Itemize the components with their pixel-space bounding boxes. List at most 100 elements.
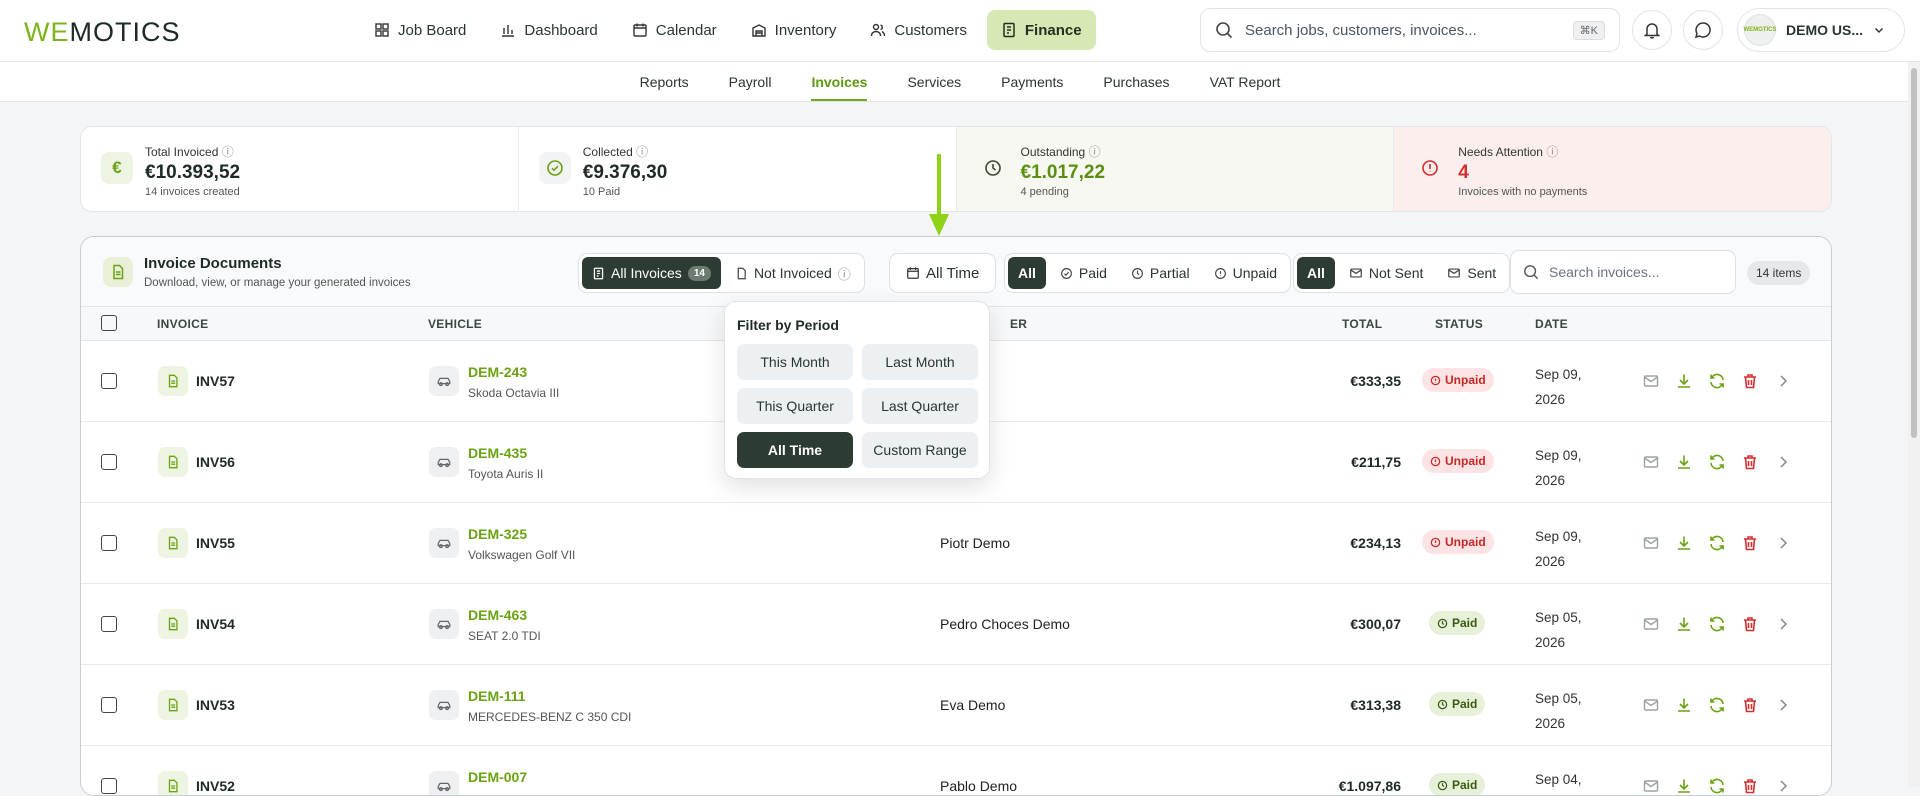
send-email-button[interactable] bbox=[1642, 372, 1660, 390]
nav-calendar[interactable]: Calendar bbox=[618, 10, 731, 50]
send-email-button[interactable] bbox=[1642, 696, 1660, 714]
select-all-checkbox[interactable] bbox=[101, 315, 117, 331]
filter-sent[interactable]: Sent bbox=[1437, 257, 1506, 289]
filter-paid[interactable]: Paid bbox=[1050, 257, 1117, 289]
period-this-month[interactable]: This Month bbox=[737, 344, 853, 380]
download-button[interactable] bbox=[1675, 372, 1693, 390]
status-badge: Unpaid bbox=[1422, 368, 1494, 392]
logo[interactable]: WEMOTICS bbox=[24, 17, 181, 48]
stat-value: €9.376,30 bbox=[582, 162, 668, 183]
invoice-number[interactable]: INV56 bbox=[196, 454, 235, 470]
delete-button[interactable] bbox=[1741, 453, 1759, 471]
vehicle-plate[interactable]: DEM-111 bbox=[468, 688, 526, 704]
vehicle-plate[interactable]: DEM-463 bbox=[468, 607, 527, 623]
stat-value: €10.393,52 bbox=[145, 162, 241, 183]
vehicle-plate[interactable]: DEM-435 bbox=[468, 445, 527, 461]
filter-send-all[interactable]: All bbox=[1297, 257, 1335, 289]
vehicle-plate[interactable]: DEM-325 bbox=[468, 526, 527, 542]
download-icon bbox=[1678, 617, 1690, 631]
period-filter-button[interactable]: All Time bbox=[889, 253, 997, 293]
open-row-button[interactable] bbox=[1774, 534, 1792, 552]
row-checkbox[interactable] bbox=[101, 697, 117, 713]
regenerate-button[interactable] bbox=[1708, 696, 1726, 714]
tab-payments[interactable]: Payments bbox=[981, 62, 1083, 101]
open-row-button[interactable] bbox=[1774, 372, 1792, 390]
open-row-button[interactable] bbox=[1774, 696, 1792, 714]
status-badge: Paid bbox=[1429, 692, 1486, 716]
filter-not-sent[interactable]: Not Sent bbox=[1339, 257, 1433, 289]
nav-customers[interactable]: Customers bbox=[856, 10, 981, 50]
tab-services[interactable]: Services bbox=[887, 62, 981, 101]
vehicle-plate[interactable]: DEM-243 bbox=[468, 364, 527, 380]
row-checkbox[interactable] bbox=[101, 778, 117, 794]
period-all-time[interactable]: All Time bbox=[737, 432, 853, 468]
regenerate-button[interactable] bbox=[1708, 615, 1726, 633]
row-checkbox[interactable] bbox=[101, 373, 117, 389]
row-checkbox[interactable] bbox=[101, 454, 117, 470]
period-last-month[interactable]: Last Month bbox=[862, 344, 978, 380]
alert-circle-icon bbox=[1430, 537, 1441, 547]
row-checkbox[interactable] bbox=[101, 535, 117, 551]
download-button[interactable] bbox=[1675, 777, 1693, 795]
delete-button[interactable] bbox=[1741, 372, 1759, 390]
table-row[interactable]: INV53 DEM-111 MERCEDES-BENZ C 350 CDI Ev… bbox=[81, 665, 1831, 746]
delete-button[interactable] bbox=[1741, 696, 1759, 714]
filter-unpaid[interactable]: Unpaid bbox=[1204, 257, 1287, 289]
open-row-button[interactable] bbox=[1774, 777, 1792, 795]
delete-button[interactable] bbox=[1741, 534, 1759, 552]
table-row[interactable]: INV54 DEM-463 SEAT 2.0 TDI Pedro Choces … bbox=[81, 584, 1831, 665]
messages-button[interactable] bbox=[1683, 10, 1723, 50]
tab-purchases[interactable]: Purchases bbox=[1083, 62, 1189, 101]
invoice-number[interactable]: INV53 bbox=[196, 697, 235, 713]
nav-job-board[interactable]: Job Board bbox=[360, 10, 480, 50]
stat-label: Outstanding ⓘ bbox=[1020, 145, 1101, 159]
delete-button[interactable] bbox=[1741, 777, 1759, 795]
period-this-quarter[interactable]: This Quarter bbox=[737, 388, 853, 424]
invoice-number[interactable]: INV55 bbox=[196, 535, 235, 551]
nav-finance[interactable]: Finance bbox=[986, 10, 1096, 50]
page-scrollbar[interactable] bbox=[1908, 62, 1920, 787]
status-badge: Paid bbox=[1429, 773, 1486, 795]
filter-partial[interactable]: Partial bbox=[1121, 257, 1200, 289]
download-button[interactable] bbox=[1675, 453, 1693, 471]
filter-payment-all[interactable]: All bbox=[1008, 257, 1046, 289]
global-search[interactable]: Search jobs, customers, invoices... ⌘K bbox=[1200, 8, 1620, 52]
open-row-button[interactable] bbox=[1774, 615, 1792, 633]
period-custom-range[interactable]: Custom Range bbox=[862, 432, 978, 468]
download-icon bbox=[1678, 536, 1690, 550]
vehicle-plate[interactable]: DEM-007 bbox=[468, 769, 527, 785]
nav-dashboard[interactable]: Dashboard bbox=[486, 10, 611, 50]
tab-invoices[interactable]: Invoices bbox=[791, 62, 887, 101]
filter-not-invoiced[interactable]: Not Invoiced ⓘ bbox=[725, 257, 861, 289]
regenerate-button[interactable] bbox=[1708, 534, 1726, 552]
nav-inventory[interactable]: Inventory bbox=[737, 10, 851, 50]
tab-vat-report[interactable]: VAT Report bbox=[1190, 62, 1301, 101]
scrollbar-thumb[interactable] bbox=[1911, 68, 1917, 438]
table-row[interactable]: INV55 DEM-325 Volkswagen Golf VII Piotr … bbox=[81, 503, 1831, 584]
filter-all-invoices[interactable]: All Invoices 14 bbox=[582, 257, 721, 289]
delete-button[interactable] bbox=[1741, 615, 1759, 633]
regenerate-button[interactable] bbox=[1708, 777, 1726, 795]
table-row[interactable]: INV52 DEM-007 Pablo Demo €1.097,86 Paid … bbox=[81, 746, 1831, 795]
regenerate-button[interactable] bbox=[1708, 372, 1726, 390]
send-email-button[interactable] bbox=[1642, 777, 1660, 795]
period-last-quarter[interactable]: Last Quarter bbox=[862, 388, 978, 424]
mail-icon bbox=[1643, 537, 1659, 549]
notifications-button[interactable] bbox=[1632, 10, 1672, 50]
download-button[interactable] bbox=[1675, 534, 1693, 552]
regenerate-button[interactable] bbox=[1708, 453, 1726, 471]
download-button[interactable] bbox=[1675, 696, 1693, 714]
invoice-search-input[interactable]: Search invoices... bbox=[1510, 250, 1736, 294]
invoice-number[interactable]: INV57 bbox=[196, 373, 235, 389]
invoice-number[interactable]: INV52 bbox=[196, 778, 235, 794]
tab-payroll[interactable]: Payroll bbox=[709, 62, 792, 101]
send-email-button[interactable] bbox=[1642, 615, 1660, 633]
tab-reports[interactable]: Reports bbox=[620, 62, 709, 101]
open-row-button[interactable] bbox=[1774, 453, 1792, 471]
send-email-button[interactable] bbox=[1642, 453, 1660, 471]
user-menu[interactable]: WEMOTICS DEMO US... bbox=[1737, 8, 1905, 52]
invoice-number[interactable]: INV54 bbox=[196, 616, 235, 632]
row-checkbox[interactable] bbox=[101, 616, 117, 632]
send-email-button[interactable] bbox=[1642, 534, 1660, 552]
download-button[interactable] bbox=[1675, 615, 1693, 633]
